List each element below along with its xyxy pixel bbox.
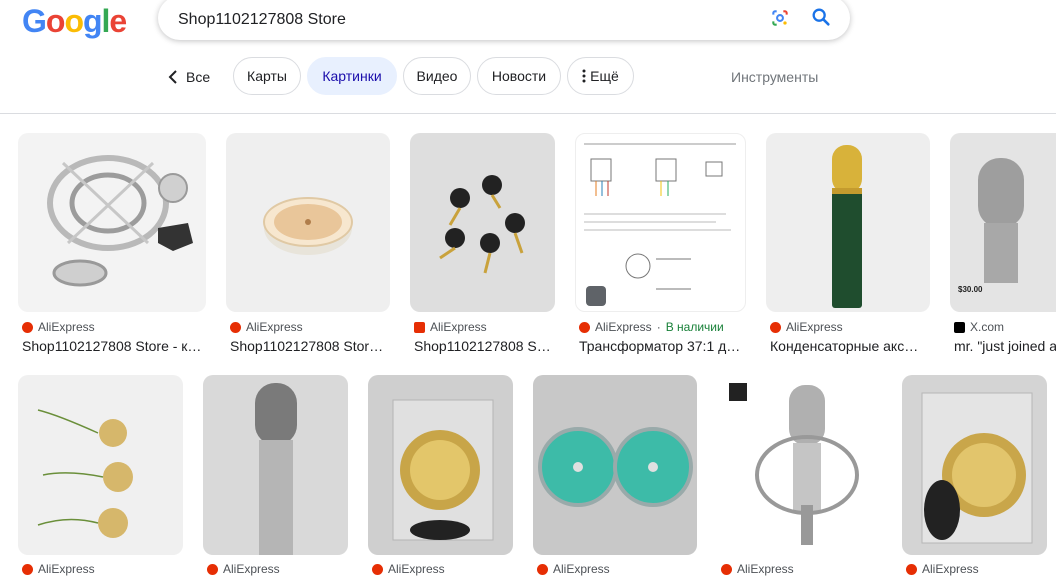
result-source: AliExpress (906, 562, 979, 576)
shock-mount-image (47, 155, 193, 287)
tab-maps[interactable]: Карты (233, 57, 301, 95)
capsule-in-box-image (392, 399, 494, 541)
connectors-image (439, 175, 525, 274)
result-source: AliExpress (230, 320, 303, 334)
result-source: AliExpress (770, 320, 843, 334)
result-image[interactable] (533, 375, 697, 555)
result-image[interactable] (717, 375, 882, 555)
aliexpress-icon (906, 563, 917, 575)
result-source: AliExpress (22, 320, 95, 334)
result-image[interactable] (18, 133, 206, 312)
search-box[interactable] (158, 0, 850, 40)
aliexpress-icon (207, 563, 218, 575)
search-tabs: Все Карты Картинки Видео Новости Ещё Инс… (0, 57, 1056, 97)
search-input[interactable] (176, 6, 740, 34)
aliexpress-icon (721, 563, 732, 575)
result-source: AliExpress (207, 562, 280, 576)
result-title[interactable]: Конденсаторные акс… (770, 338, 930, 354)
aliexpress-icon (22, 563, 33, 575)
result-image[interactable] (203, 375, 348, 555)
result-title[interactable]: mr. "just joined a (954, 338, 1056, 354)
mesh-grilles-image (538, 427, 693, 507)
google-logo[interactable]: Google (22, 3, 127, 40)
result-source: AliExpress (537, 562, 610, 576)
result-source: AliExpress (414, 320, 487, 334)
header: Google Все Карты Картинки Видео Новости … (0, 0, 1056, 114)
x-icon (954, 321, 965, 333)
aliexpress-icon (579, 321, 590, 333)
aliexpress-icon (230, 321, 241, 333)
aliexpress-icon (372, 563, 383, 575)
tab-videos[interactable]: Видео (403, 57, 471, 95)
result-source: AliExpress · В наличии (579, 320, 724, 334)
tab-more[interactable]: Ещё (567, 57, 634, 95)
result-source: AliExpress (22, 562, 95, 576)
result-image[interactable] (18, 375, 183, 555)
green-microphone-image (832, 145, 862, 308)
result-image[interactable]: $30.00 (950, 133, 1056, 312)
capsules-with-wires-image (37, 409, 133, 538)
result-image[interactable] (575, 133, 746, 312)
search-icon[interactable] (810, 6, 832, 28)
google-lens-icon[interactable] (770, 8, 790, 28)
result-title[interactable]: Трансформатор 37:1 д… (579, 338, 746, 354)
result-image[interactable] (766, 133, 930, 312)
result-source: AliExpress (721, 562, 794, 576)
tools-button[interactable]: Инструменты (731, 57, 818, 97)
result-title[interactable]: Shop1102127808 Store - к… (22, 338, 206, 354)
more-vert-icon (582, 69, 586, 83)
price-overlay: $30.00 (958, 285, 983, 294)
aliexpress-icon (22, 321, 33, 333)
result-title[interactable]: Shop1102127808 Stor… (230, 338, 390, 354)
result-image[interactable] (902, 375, 1047, 555)
tab-news[interactable]: Новости (477, 57, 561, 95)
result-source: AliExpress (372, 562, 445, 576)
result-image[interactable] (410, 133, 555, 312)
tab-images[interactable]: Картинки (307, 57, 397, 95)
tag-icon (586, 286, 606, 306)
result-title[interactable]: Shop1102127808 S… (414, 338, 555, 354)
aliexpress-icon (414, 321, 425, 333)
aliexpress-icon (537, 563, 548, 575)
in-stock-label: В наличии (665, 320, 724, 334)
tube-microphone-image (255, 383, 297, 555)
tab-all[interactable]: Все (168, 57, 210, 97)
aliexpress-icon (770, 321, 781, 333)
result-source: X.com (954, 320, 1004, 334)
result-image[interactable] (368, 375, 513, 555)
studio-microphone-image (729, 383, 859, 545)
result-image[interactable] (226, 133, 390, 312)
capsule-in-case-image (921, 392, 1033, 544)
chevron-left-icon (168, 70, 177, 84)
capsule-image (263, 197, 353, 255)
